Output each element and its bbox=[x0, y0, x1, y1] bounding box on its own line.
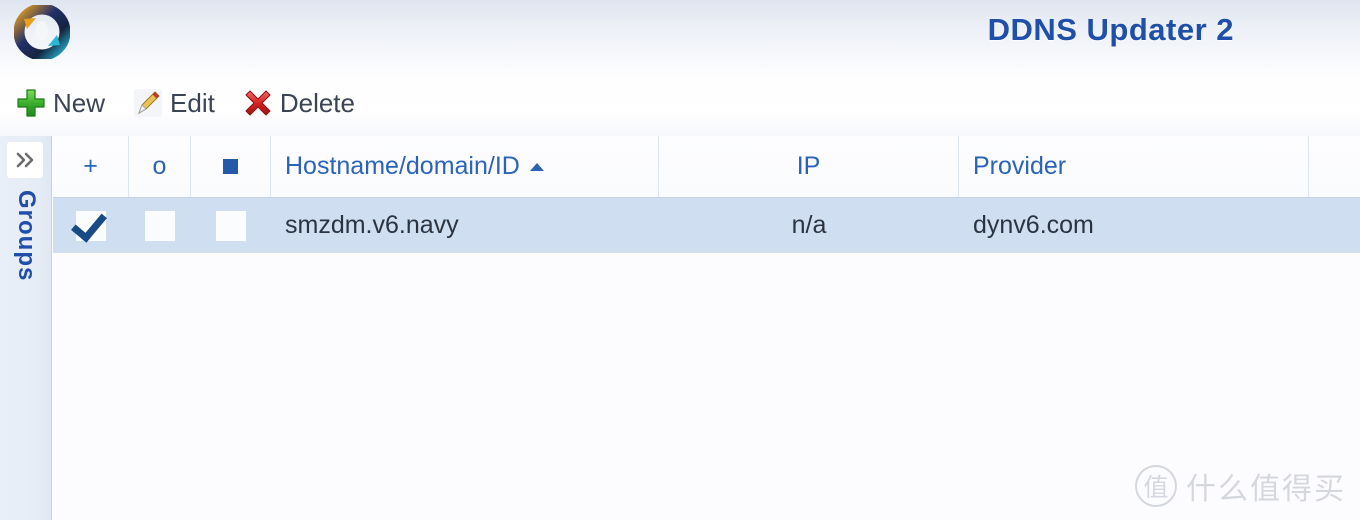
new-button[interactable]: New bbox=[14, 86, 105, 120]
row-extra-cell bbox=[1309, 198, 1360, 253]
row-ip-cell: n/a bbox=[791, 211, 827, 239]
plus-icon bbox=[17, 89, 45, 117]
column-header-status[interactable] bbox=[191, 136, 271, 197]
filled-square-icon bbox=[223, 159, 238, 174]
delete-button[interactable]: Delete bbox=[241, 86, 355, 120]
sidebar-groups-label[interactable]: Groups bbox=[0, 190, 52, 288]
column-header-hostname-label: Hostname/domain/ID bbox=[285, 152, 520, 180]
row-status-cell[interactable] bbox=[191, 198, 271, 253]
row-select-checkbox[interactable] bbox=[76, 210, 106, 241]
row-online-checkbox[interactable] bbox=[145, 210, 175, 241]
x-mark-icon bbox=[245, 90, 271, 116]
watermark-text: 什么值得买 bbox=[1186, 472, 1346, 507]
new-button-label: New bbox=[53, 87, 106, 118]
column-header-provider[interactable]: Provider bbox=[959, 136, 1309, 197]
ddns-updater-window: DDNS Updater 2 New Edit Delete Groups + … bbox=[0, 0, 1360, 520]
watermark-badge: 值 bbox=[1135, 465, 1177, 507]
delete-button-label: Delete bbox=[279, 87, 355, 118]
row-hostname-cell: smzdm.v6.navy bbox=[285, 211, 459, 239]
row-status-checkbox[interactable] bbox=[216, 210, 246, 241]
table-row[interactable]: smzdm.v6.navy n/a dynv6.com bbox=[53, 198, 1360, 253]
column-header-select-all[interactable]: + bbox=[53, 136, 129, 197]
edit-button[interactable]: Edit bbox=[131, 86, 215, 120]
column-header-online[interactable]: o bbox=[129, 136, 191, 197]
column-header-ip[interactable]: IP bbox=[659, 136, 959, 197]
title-banner: DDNS Updater 2 bbox=[0, 0, 1360, 70]
groups-sidebar: Groups bbox=[0, 136, 52, 520]
sidebar-expand-button[interactable] bbox=[7, 142, 43, 178]
column-header-hostname[interactable]: Hostname/domain/ID bbox=[271, 136, 659, 197]
double-chevron-right-icon bbox=[16, 152, 34, 168]
watermark: 值 什么值得买 bbox=[1135, 464, 1346, 508]
sidebar-groups-text: Groups bbox=[13, 190, 40, 282]
pencil-icon bbox=[134, 89, 163, 117]
table-header-row: + o Hostname/domain/ID IP Provider bbox=[53, 136, 1360, 198]
toolbar: New Edit Delete bbox=[0, 70, 1360, 136]
row-provider-cell: dynv6.com bbox=[973, 211, 1094, 239]
page-title: DDNS Updater 2 bbox=[987, 12, 1234, 47]
ddns-entries-table: + o Hostname/domain/ID IP Provider smzdm… bbox=[53, 136, 1360, 520]
sort-ascending-icon bbox=[529, 162, 544, 171]
row-online-cell[interactable] bbox=[129, 198, 191, 253]
edit-button-label: Edit bbox=[170, 87, 215, 118]
column-header-extra[interactable] bbox=[1309, 136, 1360, 197]
row-select-cell[interactable] bbox=[53, 198, 129, 253]
sync-refresh-icon bbox=[14, 5, 70, 59]
